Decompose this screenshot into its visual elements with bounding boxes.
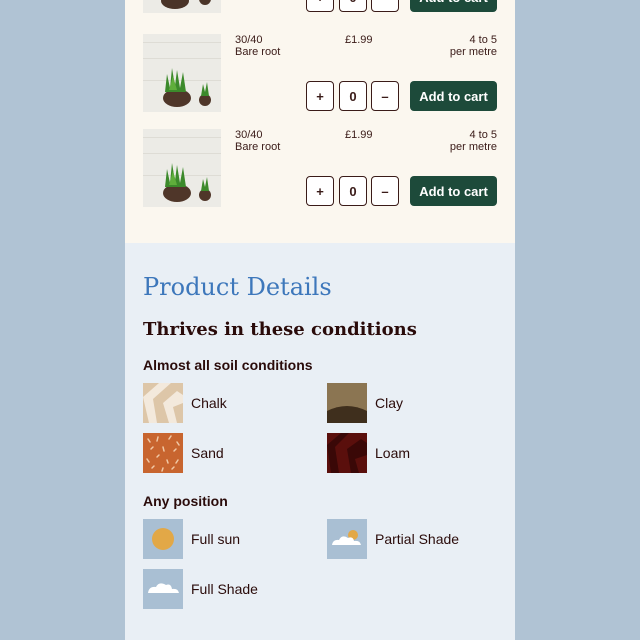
quantity-decrease-button[interactable]: – (371, 81, 399, 111)
soil-loam: Loam (327, 433, 410, 473)
partial-shade-icon (327, 519, 367, 559)
soil-heading: Almost all soil conditions (143, 357, 313, 373)
quantity-input[interactable]: 0 (339, 81, 367, 111)
soil-label: Loam (375, 445, 411, 461)
product-variant-row: + 0 – Add to cart (125, 0, 515, 15)
variant-price: £1.99 (345, 129, 373, 141)
soil-label: Sand (191, 445, 224, 461)
product-details-section: Product Details Thrives in these conditi… (125, 243, 515, 640)
position-full-sun: Full sun (143, 519, 240, 559)
sand-soil-icon (143, 433, 183, 473)
quantity-input[interactable]: 0 (339, 0, 367, 12)
product-page: + 0 – Add to cart 30 (125, 0, 515, 640)
product-thumbnail (143, 0, 221, 13)
variant-type: Bare root (235, 46, 281, 58)
soil-label: Clay (375, 395, 404, 411)
position-full-shade: Full Shade (143, 569, 258, 609)
clay-soil-icon (327, 383, 367, 423)
product-variant-row: 30/40 Bare root £1.99 4 to 5 per metre +… (125, 129, 515, 209)
variant-type: Bare root (235, 141, 281, 153)
chalk-soil-icon (143, 383, 183, 423)
variant-coverage: 4 to 5 per metre (450, 129, 497, 153)
product-thumbnail (143, 34, 221, 112)
position-partial-shade: Partial Shade (327, 519, 459, 559)
position-label: Full Shade (191, 581, 258, 597)
position-label: Full sun (191, 531, 241, 547)
variant-size-value: 30/40 (235, 129, 263, 141)
soil-chalk: Chalk (143, 383, 227, 423)
product-thumbnail (143, 129, 221, 207)
full-sun-icon (143, 519, 183, 559)
quantity-decrease-button[interactable]: – (371, 176, 399, 206)
variant-size: 30/40 Bare root (235, 129, 280, 153)
full-shade-icon (143, 569, 183, 609)
conditions-title: Thrives in these conditions (143, 319, 417, 340)
quantity-decrease-button[interactable]: – (371, 0, 399, 12)
quantity-increase-button[interactable]: + (306, 0, 334, 12)
coverage-unit: per metre (449, 46, 497, 58)
position-heading: Any position (143, 493, 228, 509)
add-to-cart-button[interactable]: Add to cart (410, 81, 497, 111)
coverage-unit: per metre (449, 141, 497, 153)
product-variants: + 0 – Add to cart 30 (125, 0, 515, 243)
soil-sand: Sand (143, 433, 224, 473)
coverage-amount: 4 to 5 (469, 129, 497, 141)
variant-size: 30/40 Bare root (235, 34, 280, 58)
quantity-increase-button[interactable]: + (306, 176, 334, 206)
product-details-title: Product Details (143, 273, 332, 301)
coverage-amount: 4 to 5 (469, 34, 497, 46)
variant-coverage: 4 to 5 per metre (450, 34, 497, 58)
add-to-cart-button[interactable]: Add to cart (410, 176, 497, 206)
quantity-increase-button[interactable]: + (306, 81, 334, 111)
quantity-input[interactable]: 0 (339, 176, 367, 206)
soil-label: Chalk (191, 395, 227, 411)
loam-soil-icon (327, 433, 367, 473)
position-label: Partial Shade (375, 531, 460, 547)
product-variant-row: 30/40 Bare root £1.99 4 to 5 per metre +… (125, 34, 515, 114)
add-to-cart-button[interactable]: Add to cart (410, 0, 497, 12)
variant-price: £1.99 (345, 34, 373, 46)
soil-clay: Clay (327, 383, 403, 423)
variant-size-value: 30/40 (235, 34, 263, 46)
